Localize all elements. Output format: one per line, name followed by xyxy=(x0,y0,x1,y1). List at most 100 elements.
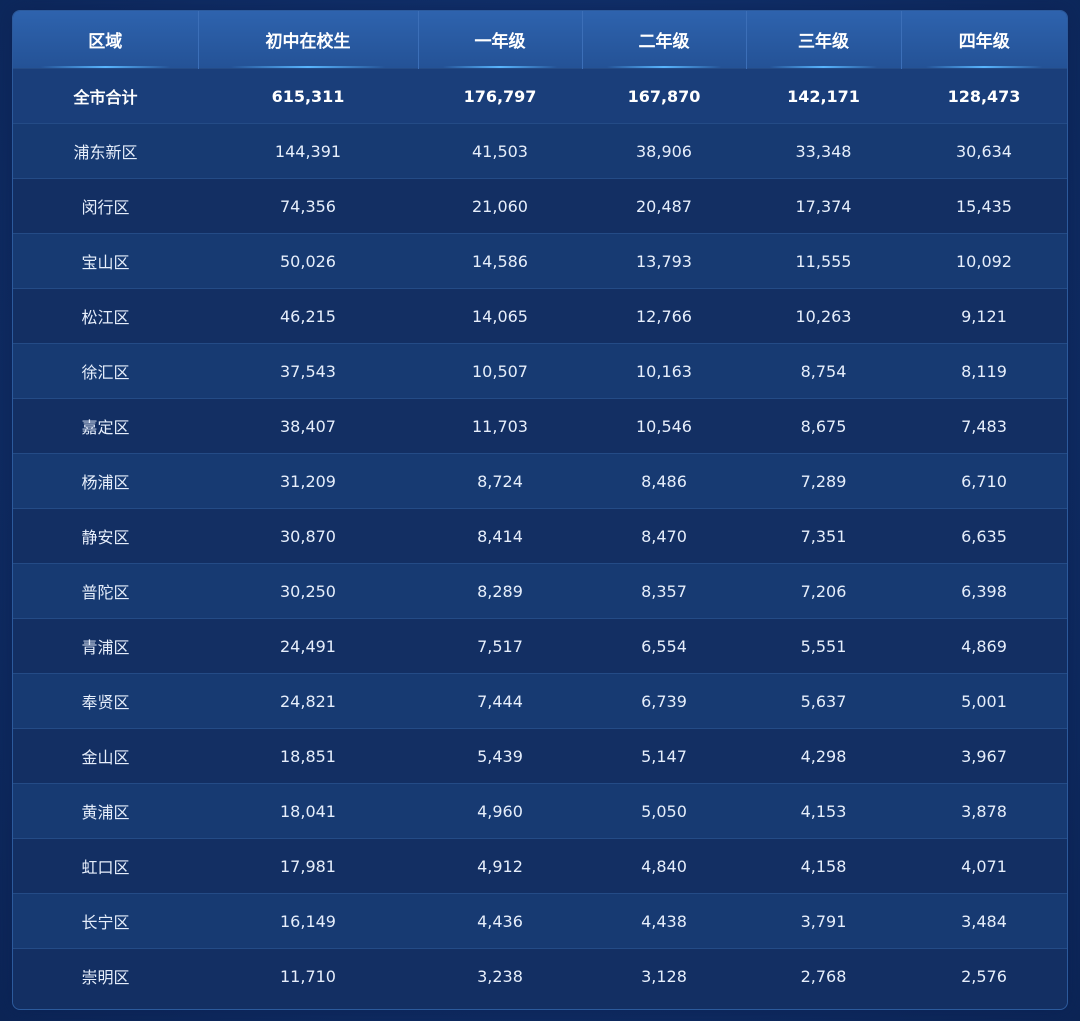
table-row: 普陀区 30,250 8,289 8,357 7,206 6,398 xyxy=(13,563,1067,619)
table-cell: 46,215 xyxy=(198,288,418,344)
table-cell: 6,635 xyxy=(901,508,1067,564)
district-name-cell: 松江区 xyxy=(13,288,198,344)
table-cell: 37,543 xyxy=(198,343,418,399)
table-row: 杨浦区 31,209 8,724 8,486 7,289 6,710 xyxy=(13,453,1067,509)
table-row: 静安区 30,870 8,414 8,470 7,351 6,635 xyxy=(13,508,1067,564)
table-cell: 10,263 xyxy=(746,288,901,344)
table-cell: 7,483 xyxy=(901,398,1067,454)
table-cell: 3,791 xyxy=(746,893,901,949)
table-cell: 4,912 xyxy=(418,838,582,894)
table-cell: 8,119 xyxy=(901,343,1067,399)
student-stats-table-panel: 区域 初中在校生 一年级 二年级 三年级 四年级 全市合计 615,311 17… xyxy=(12,10,1068,1010)
table-cell: 3,967 xyxy=(901,728,1067,784)
district-name-cell: 金山区 xyxy=(13,728,198,784)
table-cell: 142,171 xyxy=(746,68,901,124)
table-cell: 144,391 xyxy=(198,123,418,179)
table-cell: 6,710 xyxy=(901,453,1067,509)
table-cell: 5,147 xyxy=(582,728,746,784)
table-cell: 10,092 xyxy=(901,233,1067,289)
district-name-cell: 杨浦区 xyxy=(13,453,198,509)
table-row: 宝山区 50,026 14,586 13,793 11,555 10,092 xyxy=(13,233,1067,289)
header-grade-4: 四年级 xyxy=(901,11,1067,69)
table-cell: 10,546 xyxy=(582,398,746,454)
table-row: 金山区 18,851 5,439 5,147 4,298 3,967 xyxy=(13,728,1067,784)
table-cell: 12,766 xyxy=(582,288,746,344)
table-row: 崇明区 11,710 3,238 3,128 2,768 2,576 xyxy=(13,948,1067,1003)
table-cell: 41,503 xyxy=(418,123,582,179)
district-name-cell: 崇明区 xyxy=(13,948,198,1003)
table-cell: 2,768 xyxy=(746,948,901,1003)
table-cell: 5,050 xyxy=(582,783,746,839)
table-cell: 30,870 xyxy=(198,508,418,564)
table-cell: 16,149 xyxy=(198,893,418,949)
table-cell: 14,065 xyxy=(418,288,582,344)
table-row: 徐汇区 37,543 10,507 10,163 8,754 8,119 xyxy=(13,343,1067,399)
district-name-cell: 浦东新区 xyxy=(13,123,198,179)
table-cell: 18,041 xyxy=(198,783,418,839)
header-grade-1: 一年级 xyxy=(418,11,583,69)
table-cell: 5,637 xyxy=(746,673,901,729)
table-cell: 17,374 xyxy=(746,178,901,234)
table-cell: 8,357 xyxy=(582,563,746,619)
table-cell: 8,675 xyxy=(746,398,901,454)
table-cell: 4,153 xyxy=(746,783,901,839)
table-cell: 8,289 xyxy=(418,563,582,619)
table-body: 全市合计 615,311 176,797 167,870 142,171 128… xyxy=(13,68,1067,1003)
table-cell: 3,484 xyxy=(901,893,1067,949)
table-cell: 7,289 xyxy=(746,453,901,509)
table-cell: 4,436 xyxy=(418,893,582,949)
table-cell: 8,754 xyxy=(746,343,901,399)
table-cell: 全市合计 xyxy=(13,68,198,124)
total-row: 全市合计 615,311 176,797 167,870 142,171 128… xyxy=(13,68,1067,124)
table-cell: 31,209 xyxy=(198,453,418,509)
district-name-cell: 徐汇区 xyxy=(13,343,198,399)
table-cell: 3,238 xyxy=(418,948,582,1003)
table-cell: 2,576 xyxy=(901,948,1067,1003)
table-cell: 4,438 xyxy=(582,893,746,949)
table-cell: 167,870 xyxy=(582,68,746,124)
student-stats-table: 区域 初中在校生 一年级 二年级 三年级 四年级 全市合计 615,311 17… xyxy=(13,11,1067,1003)
table-row: 嘉定区 38,407 11,703 10,546 8,675 7,483 xyxy=(13,398,1067,454)
table-cell: 11,703 xyxy=(418,398,582,454)
table-cell: 5,001 xyxy=(901,673,1067,729)
table-cell: 8,486 xyxy=(582,453,746,509)
table-cell: 24,491 xyxy=(198,618,418,674)
table-cell: 128,473 xyxy=(901,68,1067,124)
table-header: 区域 初中在校生 一年级 二年级 三年级 四年级 xyxy=(13,11,1067,69)
table-cell: 4,960 xyxy=(418,783,582,839)
table-cell: 615,311 xyxy=(198,68,418,124)
table-cell: 10,507 xyxy=(418,343,582,399)
district-name-cell: 虹口区 xyxy=(13,838,198,894)
district-name-cell: 宝山区 xyxy=(13,233,198,289)
table-cell: 30,634 xyxy=(901,123,1067,179)
table-cell: 74,356 xyxy=(198,178,418,234)
table-cell: 6,739 xyxy=(582,673,746,729)
table-cell: 33,348 xyxy=(746,123,901,179)
table-cell: 30,250 xyxy=(198,563,418,619)
table-cell: 50,026 xyxy=(198,233,418,289)
table-cell: 15,435 xyxy=(901,178,1067,234)
table-cell: 5,439 xyxy=(418,728,582,784)
table-cell: 3,128 xyxy=(582,948,746,1003)
table-cell: 4,158 xyxy=(746,838,901,894)
header-row: 区域 初中在校生 一年级 二年级 三年级 四年级 xyxy=(13,11,1067,69)
header-total-students: 初中在校生 xyxy=(198,11,419,69)
header-grade-2: 二年级 xyxy=(582,11,747,69)
table-row: 闵行区 74,356 21,060 20,487 17,374 15,435 xyxy=(13,178,1067,234)
table-row: 虹口区 17,981 4,912 4,840 4,158 4,071 xyxy=(13,838,1067,894)
district-name-cell: 普陀区 xyxy=(13,563,198,619)
table-cell: 21,060 xyxy=(418,178,582,234)
table-row: 松江区 46,215 14,065 12,766 10,263 9,121 xyxy=(13,288,1067,344)
table-cell: 5,551 xyxy=(746,618,901,674)
table-cell: 7,517 xyxy=(418,618,582,674)
table-cell: 4,869 xyxy=(901,618,1067,674)
table-cell: 38,407 xyxy=(198,398,418,454)
table-cell: 7,444 xyxy=(418,673,582,729)
table-cell: 8,724 xyxy=(418,453,582,509)
table-cell: 18,851 xyxy=(198,728,418,784)
table-row: 青浦区 24,491 7,517 6,554 5,551 4,869 xyxy=(13,618,1067,674)
table-cell: 6,398 xyxy=(901,563,1067,619)
table-cell: 9,121 xyxy=(901,288,1067,344)
table-cell: 176,797 xyxy=(418,68,582,124)
table-cell: 14,586 xyxy=(418,233,582,289)
